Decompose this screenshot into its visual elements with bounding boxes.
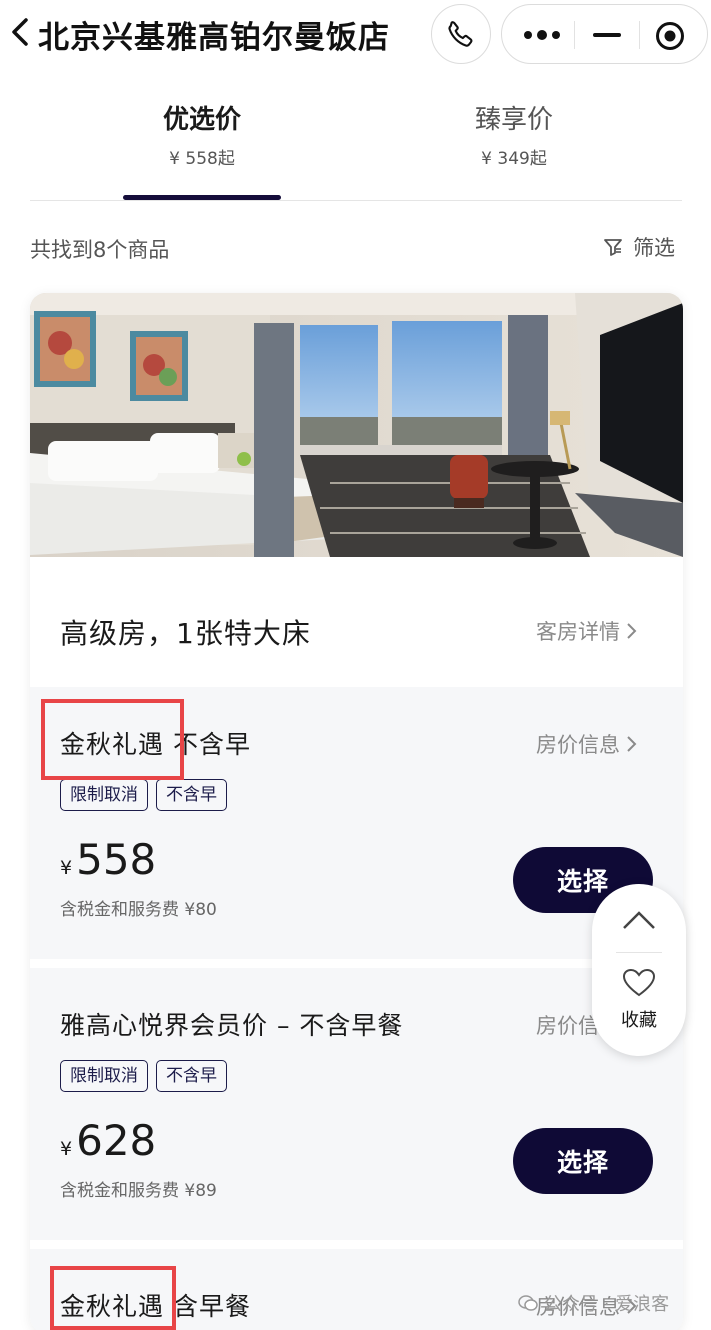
tab-price: ¥ 349起: [481, 149, 547, 169]
price: ¥ 558: [60, 835, 156, 884]
watermark: 公众号 · 爱浪客: [518, 1290, 669, 1316]
close-target-icon[interactable]: [654, 20, 686, 52]
capsule-divider: [639, 21, 640, 49]
currency-symbol: ¥: [60, 857, 73, 879]
filter-label: 筛选: [633, 236, 675, 260]
minimize-icon[interactable]: [589, 23, 625, 47]
favorite-label[interactable]: 收藏: [592, 1006, 686, 1032]
room-header-row: 高级房，1张特大床 客房详情: [30, 557, 683, 687]
rate-option: 雅高心悦界会员价 – 不含早餐 房价信息 限制取消 不含早 ¥ 628 含税金和…: [30, 968, 683, 1240]
tab-label: 臻享价: [474, 105, 553, 135]
room-photo[interactable]: [30, 293, 683, 557]
highlight-box: [41, 699, 184, 780]
tag-breakfast: 不含早: [156, 1060, 227, 1092]
currency-symbol: ¥: [60, 1138, 73, 1160]
tab-premium-price[interactable]: 臻享价 ¥ 349起: [414, 100, 614, 169]
price: ¥ 628: [60, 1116, 156, 1165]
select-button[interactable]: 选择: [513, 1128, 653, 1194]
heart-icon[interactable]: [622, 968, 656, 998]
tax-note: 含税金和服务费 ¥80: [60, 900, 217, 920]
rate-tags: 限制取消 不含早: [60, 1060, 227, 1092]
result-count: 共找到8个商品: [30, 238, 170, 262]
tab-divider: [30, 200, 682, 201]
scroll-top-chevron-icon[interactable]: [622, 910, 656, 930]
price-amount: 628: [76, 1116, 157, 1165]
back-chevron-icon[interactable]: [6, 12, 36, 52]
room-detail-link[interactable]: 客房详情: [536, 616, 638, 646]
filter-button[interactable]: 筛选: [603, 232, 675, 262]
phone-button[interactable]: [431, 4, 491, 64]
filter-icon: [604, 239, 622, 256]
rate-title: 雅高心悦界会员价 – 不含早餐: [60, 1011, 404, 1040]
rate-tags: 限制取消 不含早: [60, 779, 227, 811]
rate-info-label: 房价信息: [536, 733, 620, 757]
capsule-divider: [574, 21, 575, 49]
phone-icon: [448, 21, 473, 47]
tag-cancellation: 限制取消: [60, 1060, 148, 1092]
room-detail-label: 客房详情: [536, 620, 620, 644]
widget-divider: [616, 952, 662, 953]
page-title: 北京兴基雅高铂尔曼饭店: [38, 20, 390, 56]
chevron-right-icon: [627, 736, 637, 752]
rate-info-link[interactable]: 房价信息: [536, 729, 638, 759]
top-bar: 北京兴基雅高铂尔曼饭店: [0, 0, 711, 68]
room-card: 高级房，1张特大床 客房详情 金秋礼遇 不含早 房价信息 限制取消 不含早 ¥ …: [30, 293, 683, 1330]
tag-cancellation: 限制取消: [60, 779, 148, 811]
floating-action-widget: 收藏: [592, 884, 686, 1056]
room-name: 高级房，1张特大床: [60, 617, 311, 650]
mini-program-capsule: [501, 4, 708, 64]
tab-preferred-price[interactable]: 优选价 ¥ 558起: [102, 100, 302, 169]
price-amount: 558: [76, 835, 157, 884]
highlight-box: [50, 1266, 176, 1330]
watermark-text: 公众号 · 爱浪客: [544, 1294, 670, 1315]
tag-breakfast: 不含早: [156, 779, 227, 811]
tax-note: 含税金和服务费 ¥89: [60, 1181, 217, 1201]
more-dots-icon[interactable]: [520, 23, 564, 47]
tab-label: 优选价: [162, 105, 241, 135]
chevron-right-icon: [627, 623, 637, 639]
wechat-icon: [518, 1295, 538, 1311]
tab-price: ¥ 558起: [169, 149, 235, 169]
